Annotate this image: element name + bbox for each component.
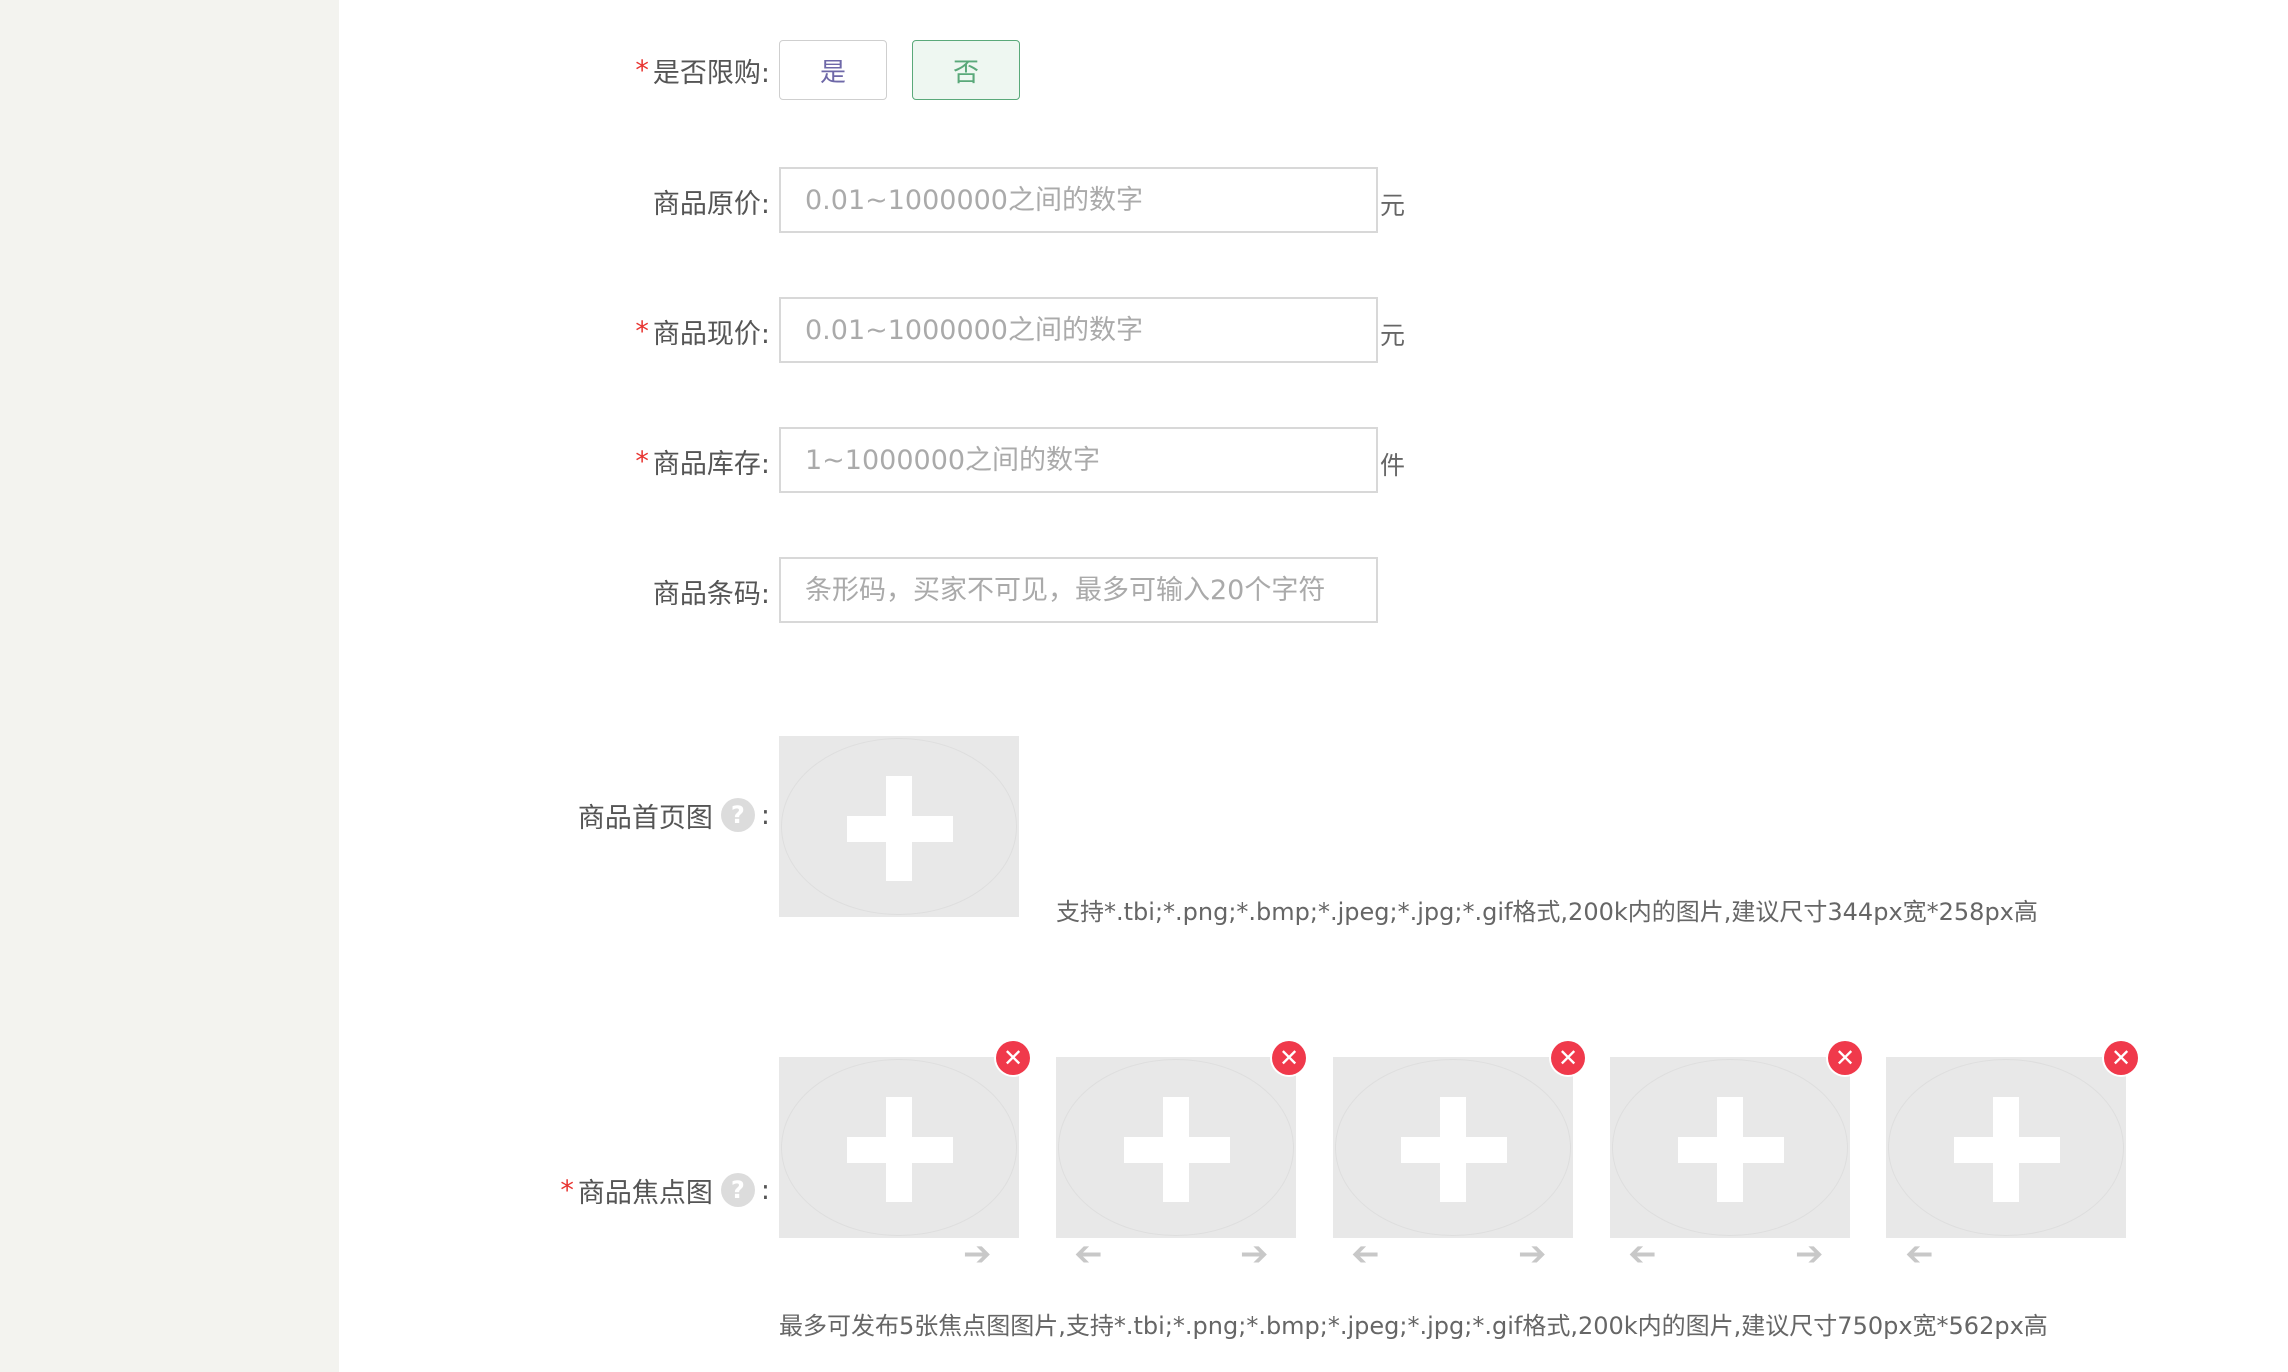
current-price-unit: 元 xyxy=(1380,321,1406,350)
left-sidebar xyxy=(0,0,339,1372)
plus-icon-bar xyxy=(1678,1137,1784,1163)
arrow-right-icon[interactable]: ➔ xyxy=(1518,1237,1547,1271)
original-price-label-text: 商品原价: xyxy=(652,188,770,220)
focus-images-colon: : xyxy=(760,1174,770,1206)
plus-icon-bar xyxy=(1401,1137,1507,1163)
arrow-left-icon[interactable]: ➔ xyxy=(1074,1234,1103,1274)
limit-no-button[interactable]: 否 xyxy=(912,40,1020,100)
help-icon[interactable]: ? xyxy=(720,1173,755,1207)
limit-yes-button[interactable]: 是 xyxy=(779,40,887,100)
focus-image-upload-4[interactable] xyxy=(1610,1057,1850,1238)
delete-icon[interactable]: ✕ xyxy=(996,1041,1030,1075)
current-price-label: * 商品现价: xyxy=(635,301,770,361)
current-price-label-text: 商品现价: xyxy=(652,318,770,350)
delete-icon[interactable]: ✕ xyxy=(1551,1041,1585,1075)
arrow-right-icon[interactable]: ➔ xyxy=(1795,1237,1824,1271)
stock-input[interactable] xyxy=(779,427,1378,493)
required-mark: * xyxy=(560,1174,574,1206)
plus-icon-bar xyxy=(847,1137,953,1163)
barcode-input[interactable] xyxy=(779,557,1378,623)
limit-label: * 是否限购: xyxy=(635,40,770,100)
delete-icon[interactable]: ✕ xyxy=(1272,1041,1306,1075)
home-image-label-text: 商品首页图 xyxy=(577,802,713,834)
barcode-label: 商品条码: xyxy=(653,561,770,621)
original-price-unit: 元 xyxy=(1380,191,1406,220)
arrow-left-icon[interactable]: ➔ xyxy=(1628,1234,1657,1274)
home-image-hint: 支持*.tbi;*.png;*.bmp;*.jpeg;*.jpg;*.gif格式… xyxy=(1056,898,2038,926)
arrow-left-icon[interactable]: ➔ xyxy=(1905,1234,1934,1274)
focus-images-label-text: 商品焦点图 xyxy=(577,1177,713,1209)
required-mark: * xyxy=(635,315,649,347)
original-price-input[interactable] xyxy=(779,167,1378,233)
focus-image-upload-2[interactable] xyxy=(1056,1057,1296,1238)
arrow-right-icon[interactable]: ➔ xyxy=(1240,1237,1269,1271)
arrow-left-icon[interactable]: ➔ xyxy=(1351,1234,1380,1274)
delete-icon[interactable]: ✕ xyxy=(1828,1041,1862,1075)
focus-image-upload-3[interactable] xyxy=(1333,1057,1573,1238)
focus-images-hint: 最多可发布5张焦点图图片,支持*.tbi;*.png;*.bmp;*.jpeg;… xyxy=(779,1312,2048,1340)
arrow-right-icon[interactable]: ➔ xyxy=(963,1237,992,1271)
required-mark: * xyxy=(635,54,649,86)
current-price-input[interactable] xyxy=(779,297,1378,363)
stock-label-text: 商品库存: xyxy=(652,448,770,480)
stock-unit: 件 xyxy=(1380,451,1406,480)
original-price-label: 商品原价: xyxy=(653,171,770,231)
home-image-label: 商品首页图?: xyxy=(578,785,770,845)
barcode-label-text: 商品条码: xyxy=(652,578,770,610)
focus-images-label: * 商品焦点图?: xyxy=(560,1160,770,1220)
help-icon[interactable]: ? xyxy=(720,798,755,832)
limit-label-text: 是否限购: xyxy=(652,57,770,89)
home-image-colon: : xyxy=(760,799,770,831)
required-mark: * xyxy=(635,445,649,477)
focus-image-upload-1[interactable] xyxy=(779,1057,1019,1238)
delete-icon[interactable]: ✕ xyxy=(2104,1041,2138,1075)
plus-icon-bar xyxy=(1954,1137,2060,1163)
home-image-upload[interactable] xyxy=(779,736,1019,917)
stock-label: * 商品库存: xyxy=(635,431,770,491)
focus-image-upload-5[interactable] xyxy=(1886,1057,2126,1238)
plus-icon-bar xyxy=(1124,1137,1230,1163)
plus-icon-bar xyxy=(847,816,953,842)
